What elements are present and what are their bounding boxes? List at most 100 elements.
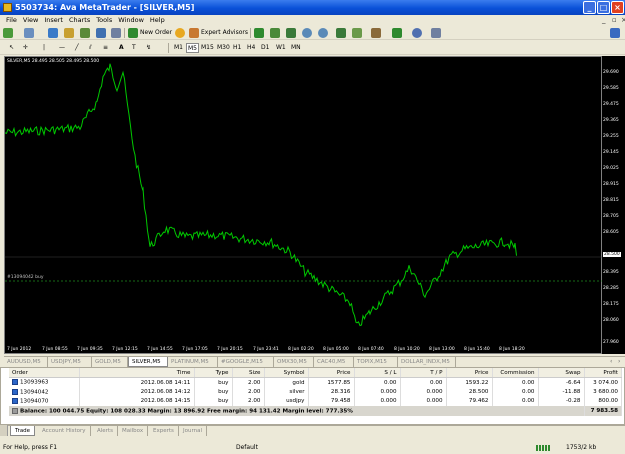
chart-tab-platinum[interactable]: PLATINUM,M5 <box>168 357 218 367</box>
tab-account-history[interactable]: Account History <box>38 426 91 436</box>
new-chart-icon[interactable] <box>3 28 13 38</box>
cell-swap: -11.88 <box>538 387 585 397</box>
chart-shift-icon[interactable] <box>371 28 381 38</box>
vertical-line-icon[interactable]: | <box>42 43 46 53</box>
timeframe-mn[interactable]: MN <box>290 43 302 53</box>
menu-charts[interactable]: Charts <box>69 16 90 24</box>
tab-trade[interactable]: Trade <box>10 426 36 436</box>
menu-view[interactable]: View <box>23 16 38 24</box>
cell-swap: -6.64 <box>538 377 585 387</box>
time-label: 7 Jun 2012 <box>7 347 32 352</box>
menu-tools[interactable]: Tools <box>96 16 112 24</box>
timeframe-h4[interactable]: H4 <box>246 43 256 53</box>
menu-insert[interactable]: Insert <box>44 16 63 24</box>
chart-tab-silver[interactable]: SILVER,M5 <box>128 357 168 367</box>
close-button[interactable]: × <box>611 1 624 14</box>
expert-advisors-icon[interactable] <box>189 28 199 38</box>
price-tick: 28.705 <box>603 214 619 219</box>
tab-scroll-right-icon[interactable]: › <box>618 358 620 365</box>
mdi-minimize-icon[interactable]: _ <box>602 15 606 26</box>
timeframe-m5[interactable]: M5 <box>186 43 199 53</box>
current-price-tag: 28.500 <box>603 252 621 257</box>
col-price[interactable]: Price <box>308 368 355 378</box>
autoscroll-icon[interactable] <box>352 28 362 38</box>
table-row[interactable]: 13093963 2012.06.08 14:11 buy 2.00 gold … <box>9 377 622 387</box>
col-symbol[interactable]: Symbol <box>264 368 309 378</box>
tab-experts[interactable]: Experts <box>149 426 179 436</box>
crosshair-icon[interactable]: ✛ <box>22 43 29 53</box>
chart-tab-cac40[interactable]: CAC40,M5 <box>314 357 354 367</box>
col-current-price[interactable]: Price <box>446 368 493 378</box>
mdi-close-icon[interactable]: × <box>621 15 625 26</box>
col-order[interactable]: Order <box>9 368 80 378</box>
col-profit[interactable]: Profit <box>584 368 622 378</box>
market-watch-icon[interactable] <box>48 28 58 38</box>
navigator-icon[interactable] <box>80 28 90 38</box>
timeframe-m1[interactable]: M1 <box>173 43 184 53</box>
chart-tab-usdjpy[interactable]: USDJPY,M5 <box>48 357 92 367</box>
periods-icon[interactable] <box>412 28 422 38</box>
templates-icon[interactable] <box>431 28 441 38</box>
profiles-icon[interactable] <box>24 28 34 38</box>
tester-icon[interactable] <box>111 28 121 38</box>
text-icon[interactable]: A <box>118 43 125 53</box>
candlestick-icon[interactable] <box>270 28 280 38</box>
col-swap[interactable]: Swap <box>538 368 585 378</box>
label-icon[interactable]: T <box>131 43 137 53</box>
timeframe-d1[interactable]: D1 <box>260 43 270 53</box>
bar-chart-icon[interactable] <box>254 28 264 38</box>
trendline-icon[interactable]: ╱ <box>74 43 80 53</box>
price-series <box>5 63 517 327</box>
timeframe-h1[interactable]: H1 <box>232 43 242 53</box>
channel-icon[interactable]: ⫽ <box>88 43 93 53</box>
horizontal-line-icon[interactable]: — <box>58 43 66 53</box>
maximize-button[interactable]: □ <box>597 1 610 14</box>
arrows-icon[interactable]: ↯ <box>145 43 152 53</box>
new-order-button[interactable]: New Order <box>139 28 173 38</box>
zoom-in-icon[interactable] <box>302 28 312 38</box>
zoom-out-icon[interactable] <box>318 28 328 38</box>
indicators-icon[interactable] <box>392 28 402 38</box>
metaeditor-icon[interactable] <box>175 28 185 38</box>
help-icon[interactable] <box>610 28 620 38</box>
chart-tab-topix[interactable]: TOPIX,M15 <box>354 357 398 367</box>
chart-tab-audusd[interactable]: AUDUSD,M5 <box>4 357 48 367</box>
fibonacci-icon[interactable]: ≡ <box>102 43 109 53</box>
menu-file[interactable]: File <box>6 16 17 24</box>
timeframe-m15[interactable]: M15 <box>200 43 215 53</box>
tab-alerts[interactable]: Alerts <box>93 426 118 436</box>
col-type[interactable]: Type <box>194 368 233 378</box>
price-scale[interactable]: 29.690 29.585 29.475 29.365 29.255 29.14… <box>602 56 625 354</box>
timeframe-m30[interactable]: M30 <box>216 43 231 53</box>
col-size[interactable]: Size <box>232 368 265 378</box>
minimize-button[interactable]: _ <box>583 1 596 14</box>
standard-toolbar: New Order Expert Advisors <box>0 26 625 40</box>
mdi-restore-icon[interactable]: ▫ <box>612 15 617 26</box>
cursor-icon[interactable]: ↖ <box>8 43 15 53</box>
table-row[interactable]: 13094070 2012.06.08 14:15 buy 2.00 usdjp… <box>9 396 622 406</box>
cell-profit: 3 074.00 <box>584 377 622 387</box>
chart-tab-gold[interactable]: GOLD,M5 <box>92 357 128 367</box>
new-order-icon[interactable] <box>128 28 138 38</box>
tile-windows-icon[interactable] <box>336 28 346 38</box>
table-row[interactable]: 13094042 2012.06.08 14:12 buy 2.00 silve… <box>9 387 622 397</box>
expert-advisors-button[interactable]: Expert Advisors <box>200 28 249 38</box>
col-tp[interactable]: T / P <box>400 368 447 378</box>
chart-tab-dollar-index[interactable]: DOLLAR_INDX,M5 <box>398 357 456 367</box>
price-tick: 28.175 <box>603 302 619 307</box>
tab-mailbox[interactable]: Mailbox <box>118 426 149 436</box>
tab-journal[interactable]: Journal <box>179 426 208 436</box>
price-chart[interactable]: SILVER,M5 28.495 28.505 28.495 28.500 #1… <box>4 56 603 354</box>
data-window-icon[interactable] <box>64 28 74 38</box>
menu-window[interactable]: Window <box>118 16 144 24</box>
col-sl[interactable]: S / L <box>354 368 401 378</box>
col-time[interactable]: Time <box>79 368 195 378</box>
menu-help[interactable]: Help <box>150 16 165 24</box>
chart-tab-omx30[interactable]: OMX30,M5 <box>274 357 314 367</box>
col-commission[interactable]: Commission <box>492 368 539 378</box>
tab-scroll-left-icon[interactable]: ‹ <box>610 358 612 365</box>
line-chart-icon[interactable] <box>286 28 296 38</box>
timeframe-w1[interactable]: W1 <box>275 43 287 53</box>
terminal-icon[interactable] <box>96 28 106 38</box>
chart-tab-google[interactable]: #GOOGLE,M15 <box>218 357 274 367</box>
